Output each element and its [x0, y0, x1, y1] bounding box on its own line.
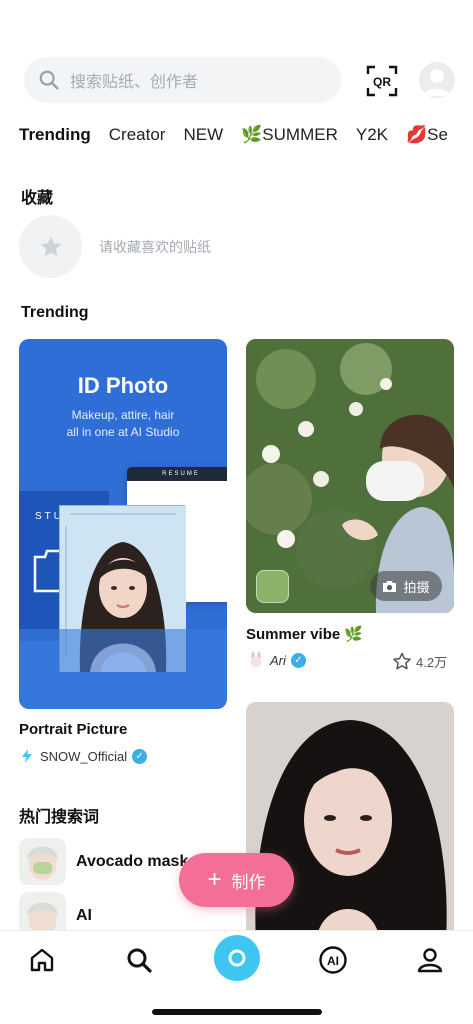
verified-badge-icon: ✓	[290, 652, 306, 668]
tab-trending[interactable]: Trending	[19, 118, 91, 160]
qr-icon: QR	[366, 65, 398, 97]
sticker-thumbnail	[256, 570, 289, 603]
tab-se[interactable]: 💋Se	[406, 118, 448, 160]
category-tabs: Trending Creator NEW 🌿SUMMER Y2K 💋Se	[19, 118, 473, 160]
favorites-title: 收藏	[21, 190, 54, 207]
bunny-avatar-icon	[250, 652, 262, 668]
nav-home[interactable]	[27, 945, 57, 975]
star-icon	[40, 236, 61, 256]
nav-camera[interactable]	[214, 935, 260, 981]
card-title-portrait: Portrait Picture	[19, 721, 128, 738]
hot-search-label: Avocado mask	[76, 852, 189, 870]
hot-search-thumb	[19, 838, 66, 885]
sticker-card-summer-vibe[interactable]: 拍摄	[246, 339, 454, 613]
hot-search-label: AI	[76, 906, 92, 924]
search-icon	[39, 70, 59, 90]
camera-small-icon	[383, 580, 397, 592]
tab-new[interactable]: NEW	[183, 118, 223, 160]
search-input[interactable]: 搜索贴纸、创作者	[24, 57, 341, 103]
profile-icon	[417, 948, 443, 973]
card-subline-2: all in one at AI Studio	[66, 425, 180, 439]
ai-icon: AI	[319, 946, 347, 974]
lightning-icon	[22, 749, 32, 763]
home-icon	[30, 948, 54, 972]
like-count[interactable]: 4.2万	[392, 652, 447, 671]
plus-icon: +	[207, 866, 222, 893]
card-subline: Makeup, attire, hair all in one at AI St…	[19, 407, 227, 441]
hot-search-title: 热门搜索词	[19, 809, 100, 826]
search-row: 搜索贴纸、创作者 QR	[0, 57, 473, 103]
portrait-photo	[246, 702, 454, 942]
avatar[interactable]	[419, 62, 455, 98]
camera-icon	[228, 949, 246, 967]
like-count-value: 4.2万	[416, 655, 448, 670]
home-indicator	[152, 1009, 322, 1015]
card-title-summer: Summer vibe 🌿	[246, 626, 364, 643]
user-avatar-icon	[424, 69, 450, 96]
nav-ai[interactable]: AI	[318, 945, 348, 975]
card-subline-1: Makeup, attire, hair	[71, 408, 175, 422]
make-label: 制作	[231, 872, 266, 892]
nav-search[interactable]	[124, 945, 154, 975]
nav-profile[interactable]	[415, 945, 445, 975]
sticker-card-id-photo[interactable]: ID Photo Makeup, attire, hair all in one…	[19, 339, 227, 709]
favorites-add-button[interactable]	[19, 215, 82, 278]
author-name: SNOW_Official	[40, 748, 128, 764]
verified-badge-icon: ✓	[132, 748, 148, 764]
shoot-button[interactable]: 拍摄	[370, 571, 442, 601]
make-button[interactable]: + 制作	[179, 853, 294, 907]
card-headline: ID Photo	[77, 373, 169, 398]
star-outline-icon	[393, 652, 411, 670]
mask-face-thumbnail	[19, 838, 66, 885]
photo-band	[19, 629, 227, 709]
search-icon	[127, 948, 152, 973]
svg-text:AI: AI	[327, 954, 339, 968]
search-placeholder: 搜索贴纸、创作者	[70, 74, 199, 91]
author-name: Ari	[270, 652, 286, 668]
qr-scan-button[interactable]: QR	[366, 65, 398, 97]
tab-creator[interactable]: Creator	[109, 118, 166, 160]
tab-y2k[interactable]: Y2K	[356, 118, 388, 160]
card-author-ari[interactable]: Ari ✓	[247, 652, 306, 668]
qr-label: QR	[373, 75, 391, 89]
resume-label: RESUME	[127, 467, 227, 481]
sticker-card-portrait-girl[interactable]	[246, 702, 454, 942]
hot-search-item[interactable]: Avocado mask	[19, 838, 188, 885]
tab-summer[interactable]: 🌿SUMMER	[241, 118, 338, 160]
favorites-hint: 请收藏喜欢的贴纸	[99, 239, 211, 255]
shoot-label: 拍摄	[403, 579, 430, 595]
card-author-snow[interactable]: SNOW_Official ✓	[19, 748, 148, 764]
trending-title: Trending	[21, 304, 89, 321]
